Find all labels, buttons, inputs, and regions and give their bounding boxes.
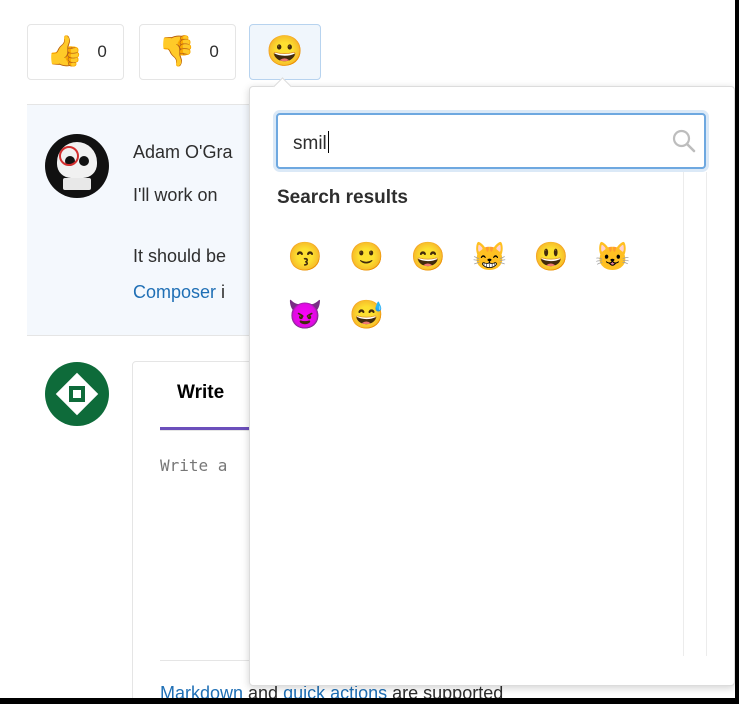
- thumbs-up-count: 0: [97, 42, 107, 61]
- page: 👍 0 👎 0 😀 Adam O'Gra I'll work on It sho…: [0, 0, 738, 701]
- thumbs-down-count: 0: [209, 42, 219, 61]
- thumbs-down-award-button[interactable]: 👎 0: [139, 24, 236, 80]
- emoji-search-input[interactable]: [276, 113, 706, 169]
- note-author[interactable]: Adam O'Gra: [133, 142, 232, 163]
- note-line-3-tail: i: [216, 282, 226, 302]
- emoji-slightly-smiling-button[interactable]: 🙂: [349, 239, 385, 275]
- note-line-1: I'll work on: [133, 185, 218, 205]
- avatar-pattern-inner: [73, 390, 81, 398]
- tab-write[interactable]: Write: [177, 382, 224, 404]
- thumbs-up-award-button[interactable]: 👍 0: [27, 24, 124, 80]
- text-cursor: [327, 131, 329, 153]
- thumbs-up-icon: 👍: [46, 35, 84, 68]
- emoji-smile-button[interactable]: 😄: [410, 239, 446, 275]
- search-results-heading: Search results: [277, 187, 408, 208]
- skull-jaw: [63, 178, 91, 190]
- smiley-icon: 😀: [266, 35, 304, 68]
- search-value-text: smil: [293, 133, 327, 154]
- current-user-avatar[interactable]: [45, 362, 109, 426]
- emoji-sweat-smile-button[interactable]: 😅: [349, 297, 385, 333]
- add-reaction-button[interactable]: 😀: [249, 24, 321, 80]
- emoji-kissing-smiling-eyes-button[interactable]: 😙: [287, 239, 323, 275]
- emoji-smiling-imp-button[interactable]: 😈: [287, 297, 323, 333]
- crosshair-icon: [59, 146, 79, 166]
- comment-textarea[interactable]: Write a: [160, 456, 227, 475]
- emoji-menu: [249, 86, 735, 686]
- emoji-search-value[interactable]: smil: [293, 131, 329, 155]
- thumbs-down-icon: 👎: [158, 35, 196, 68]
- skull-eye-right: [79, 156, 89, 166]
- composer-link[interactable]: Composer: [133, 282, 216, 302]
- markdown-link[interactable]: Markdown: [160, 683, 243, 698]
- search-icon[interactable]: [671, 128, 697, 154]
- note-line-2: It should be: [133, 246, 227, 266]
- emoji-smiley-cat-button[interactable]: 😺: [595, 239, 631, 275]
- emoji-menu-scrollbar[interactable]: [683, 172, 707, 656]
- emoji-smiley-button[interactable]: 😃: [533, 239, 569, 275]
- note-line-3: Composer i: [133, 282, 225, 303]
- emoji-smile-cat-button[interactable]: 😸: [472, 239, 508, 275]
- avatar[interactable]: [45, 134, 109, 198]
